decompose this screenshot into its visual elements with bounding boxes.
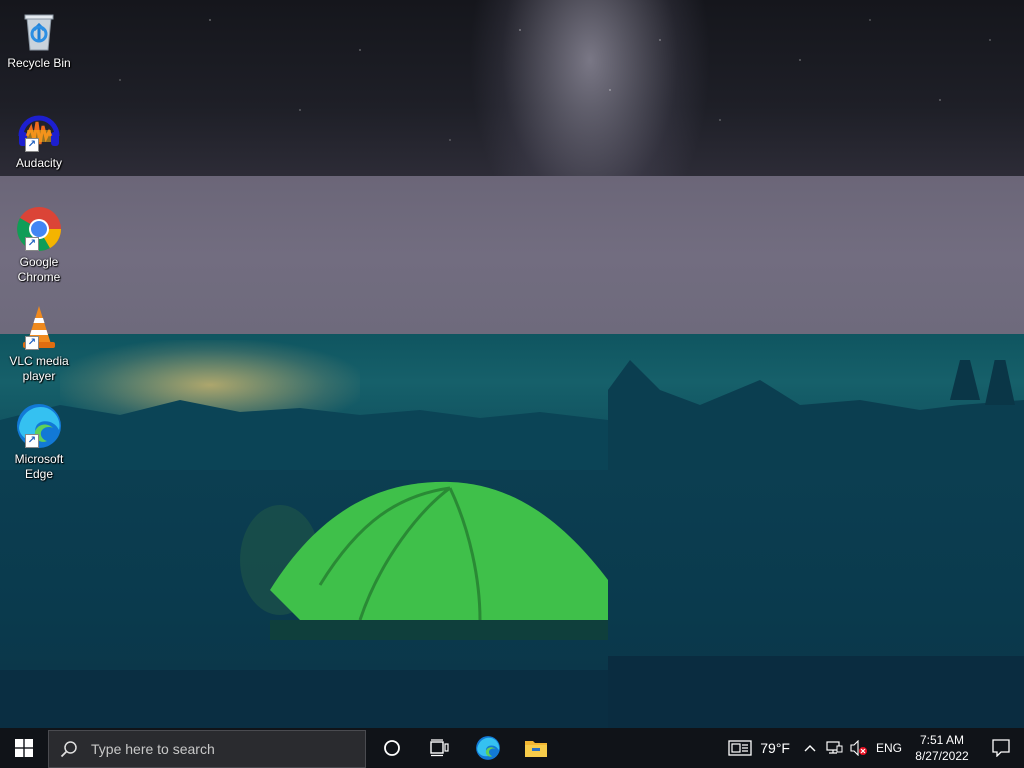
search-icon xyxy=(49,740,89,758)
shortcut-arrow-icon: ↗ xyxy=(25,237,39,251)
shortcut-arrow-icon: ↗ xyxy=(25,434,39,448)
wallpaper-tent xyxy=(240,481,608,640)
recycle-bin-icon xyxy=(15,6,63,54)
clock[interactable]: 7:51 AM 8/27/2022 xyxy=(906,728,978,768)
volume-button[interactable] xyxy=(846,728,872,768)
wallpaper-ground-right xyxy=(608,656,1024,728)
weather-icon xyxy=(728,740,752,756)
chevron-up-icon xyxy=(804,745,816,752)
desktop-icon-label: Microsoft Edge xyxy=(14,452,64,481)
chrome-icon: ↗ xyxy=(15,205,63,253)
desktop-icon-google-chrome[interactable]: ↗ Google Chrome xyxy=(4,205,74,285)
desktop-icon-label: Recycle Bin xyxy=(7,56,71,70)
edge-icon: ↗ xyxy=(15,402,63,450)
desktop[interactable]: Recycle Bin ↗ Audacity ↗ Google Chrome ↗… xyxy=(0,0,1024,728)
desktop-icon-microsoft-edge[interactable]: ↗ Microsoft Edge xyxy=(4,402,74,482)
task-view-icon xyxy=(430,739,449,757)
desktop-icon-label: Google Chrome xyxy=(17,255,61,284)
taskbar-search-box[interactable] xyxy=(48,729,366,768)
weather-temp: 79°F xyxy=(760,740,790,756)
shortcut-arrow-icon: ↗ xyxy=(25,138,39,152)
taskbar: 79°F ENG 7:51 AM 8/27/2022 xyxy=(0,728,1024,768)
cortana-button[interactable] xyxy=(368,728,416,768)
file-explorer-icon xyxy=(525,741,547,757)
clock-date: 8/27/2022 xyxy=(915,749,969,763)
taskbar-edge-button[interactable] xyxy=(464,728,512,768)
show-hidden-icons-button[interactable] xyxy=(798,728,822,768)
system-tray: 79°F ENG 7:51 AM 8/27/2022 xyxy=(720,728,1024,768)
wallpaper-stars xyxy=(0,0,1024,178)
wallpaper-ground-bottom xyxy=(0,670,608,728)
notification-icon xyxy=(992,739,1010,757)
volume-muted-icon xyxy=(850,740,867,756)
task-view-button[interactable] xyxy=(416,728,464,768)
action-center-button[interactable] xyxy=(978,728,1024,768)
wallpaper-haze xyxy=(0,176,1024,336)
windows-logo-icon xyxy=(15,739,33,757)
vlc-icon: ↗ xyxy=(15,304,63,352)
desktop-icon-vlc-media-player[interactable]: ↗ VLC media player xyxy=(4,304,74,384)
weather-widget[interactable]: 79°F xyxy=(720,728,798,768)
wallpaper-mountains xyxy=(0,360,1024,470)
cortana-icon xyxy=(384,740,400,756)
shortcut-arrow-icon: ↗ xyxy=(25,336,39,350)
desktop-icon-audacity[interactable]: ↗ Audacity xyxy=(4,106,74,171)
taskbar-file-explorer-button[interactable] xyxy=(512,728,560,768)
desktop-icon-recycle-bin[interactable]: Recycle Bin xyxy=(4,6,74,71)
input-language-indicator[interactable]: ENG xyxy=(872,728,906,768)
network-button[interactable] xyxy=(822,728,846,768)
desktop-icon-label: VLC media player xyxy=(9,354,69,383)
desktop-icon-label: Audacity xyxy=(15,156,63,170)
edge-icon xyxy=(476,736,500,760)
network-icon xyxy=(826,741,843,754)
clock-time: 7:51 AM xyxy=(919,733,965,747)
search-input[interactable] xyxy=(89,739,353,758)
start-button[interactable] xyxy=(0,728,48,768)
audacity-icon: ↗ xyxy=(15,106,63,154)
